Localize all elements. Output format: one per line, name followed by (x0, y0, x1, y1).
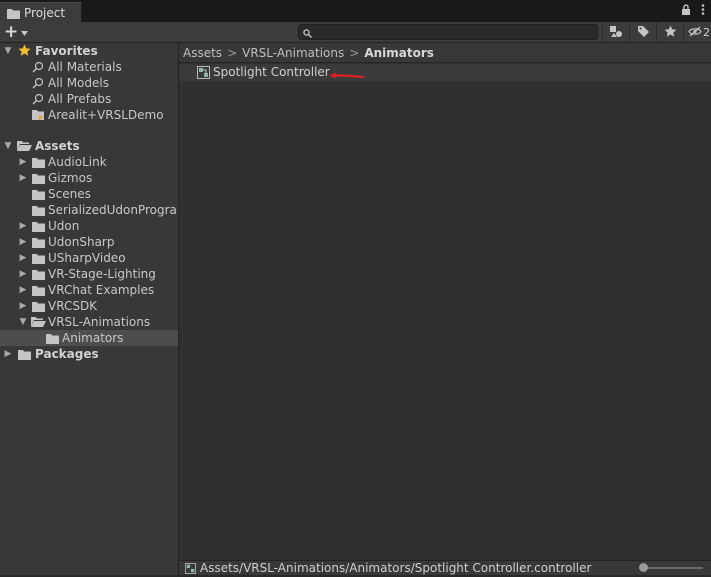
expanded-arrow-icon[interactable]: ▼ (3, 138, 13, 154)
breadcrumb-item[interactable]: Assets (183, 46, 222, 60)
star-icon (664, 25, 677, 41)
tree-label: Favorites (35, 44, 98, 58)
shapes-icon (609, 25, 623, 41)
more-options-icon[interactable] (701, 4, 705, 18)
selected-asset-path: Assets/VRSL-Animations/Animators/Spotlig… (200, 561, 592, 575)
lock-icon[interactable] (681, 4, 691, 18)
folder-icon (18, 348, 31, 362)
tag-icon (637, 25, 650, 41)
folder-item[interactable]: Scenes (0, 186, 178, 202)
collapsed-arrow-icon[interactable]: ▶ (18, 218, 28, 234)
plus-icon: + (4, 22, 19, 42)
search-icon (32, 77, 44, 91)
folder-icon (46, 332, 59, 346)
favorites-filter-button[interactable] (656, 22, 683, 43)
star-icon (18, 44, 31, 59)
tree-packages[interactable]: ▶ Packages (0, 346, 178, 362)
folder-icon (32, 204, 45, 218)
folder-icon (32, 220, 45, 234)
search-icon (303, 27, 312, 41)
folder-icon (32, 236, 45, 250)
search-by-type-button[interactable] (602, 22, 629, 43)
favorite-item[interactable]: Arealit+VRSLDemo (0, 107, 178, 123)
collapsed-arrow-icon[interactable]: ▶ (18, 170, 28, 186)
folder-item[interactable]: ▼ VRSL-Animations (0, 314, 178, 330)
icon-size-slider[interactable] (639, 563, 703, 572)
folder-item[interactable]: ▶ UdonSharp (0, 234, 178, 250)
collapsed-arrow-icon[interactable]: ▶ (18, 282, 28, 298)
breadcrumb: Assets > VRSL-Animations > Animators (179, 43, 711, 63)
folder-item[interactable]: ▶ VR-Stage-Lighting (0, 266, 178, 282)
folder-tree: ▼ Favorites All Materials All Models All… (0, 43, 178, 575)
tab-project[interactable]: Project (0, 2, 82, 22)
favorite-item[interactable]: All Models (0, 75, 178, 91)
eye-slash-icon (688, 26, 702, 40)
chevron-right-icon: > (349, 45, 360, 60)
folder-icon (32, 284, 45, 298)
chevron-right-icon: > (227, 45, 238, 60)
tree-assets[interactable]: ▼ Assets (0, 138, 178, 154)
tab-title: Project (24, 6, 66, 20)
folder-icon (32, 188, 45, 202)
asset-list-item[interactable]: Spotlight Controller (179, 64, 711, 81)
folder-item[interactable]: ▶ Udon (0, 218, 178, 234)
breadcrumb-current[interactable]: Animators (364, 46, 434, 60)
create-button[interactable]: + (4, 22, 29, 42)
collapsed-arrow-icon[interactable]: ▶ (18, 298, 28, 314)
expanded-arrow-icon[interactable]: ▼ (3, 43, 13, 59)
search-input[interactable] (298, 24, 598, 40)
folder-icon (32, 252, 45, 266)
folder-item[interactable]: ▶ USharpVideo (0, 250, 178, 266)
project-toolbar: + 2 (0, 22, 711, 43)
expanded-arrow-icon[interactable]: ▼ (18, 314, 28, 330)
collapsed-arrow-icon[interactable]: ▶ (3, 346, 13, 362)
folder-icon (32, 172, 45, 186)
favorite-item[interactable]: All Materials (0, 59, 178, 75)
search-by-label-button[interactable] (629, 22, 656, 43)
animator-controller-icon (197, 66, 210, 82)
open-folder-icon (31, 316, 46, 330)
hidden-count: 2 (703, 26, 710, 39)
folder-item-selected[interactable]: Animators (0, 330, 178, 346)
folder-item[interactable]: ▶ VRChat Examples (0, 282, 178, 298)
scene-icon (32, 109, 45, 123)
tree-favorites[interactable]: ▼ Favorites (0, 43, 178, 59)
favorite-item[interactable]: All Prefabs (0, 91, 178, 107)
search-icon (32, 61, 44, 75)
collapsed-arrow-icon[interactable]: ▶ (18, 234, 28, 250)
folder-icon (32, 300, 45, 314)
folder-item[interactable]: SerializedUdonProgran (0, 202, 178, 218)
folder-item[interactable]: ▶ VRCSDK (0, 298, 178, 314)
asset-panel: Assets > VRSL-Animations > Animators Spo… (179, 43, 711, 575)
collapsed-arrow-icon[interactable]: ▶ (18, 154, 28, 170)
folder-icon (32, 268, 45, 282)
asset-name: Spotlight Controller (213, 65, 330, 79)
collapsed-arrow-icon[interactable]: ▶ (18, 266, 28, 282)
tab-bar: Project (0, 0, 711, 23)
search-icon (32, 93, 44, 107)
status-bar: Assets/VRSL-Animations/Animators/Spotlig… (179, 560, 711, 575)
folder-item[interactable]: ▶ Gizmos (0, 170, 178, 186)
hidden-packages-button[interactable]: 2 (683, 22, 711, 43)
annotation-arrow-icon (329, 69, 365, 83)
folder-icon (7, 8, 20, 22)
breadcrumb-item[interactable]: VRSL-Animations (242, 46, 344, 60)
folder-item[interactable]: ▶ AudioLink (0, 154, 178, 170)
slider-knob[interactable] (639, 563, 648, 572)
folder-icon (32, 156, 45, 170)
collapsed-arrow-icon[interactable]: ▶ (18, 250, 28, 266)
chevron-down-icon (21, 25, 29, 39)
open-folder-icon (17, 140, 32, 154)
